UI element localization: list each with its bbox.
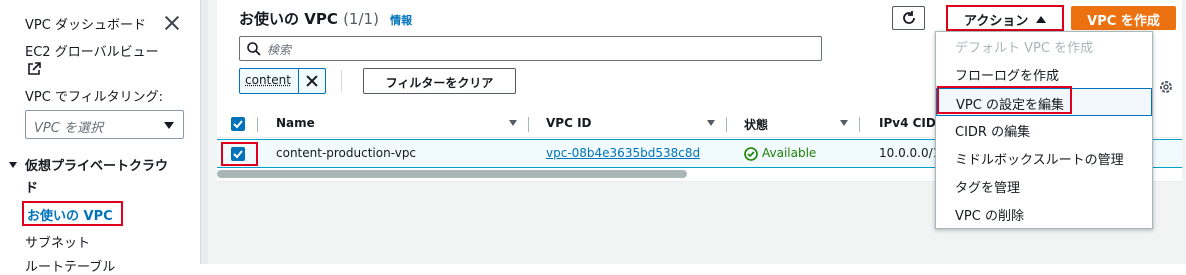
menu-item-manage-middlebox-routes[interactable]: ミドルボックスルートの管理 xyxy=(936,144,1152,172)
actions-button-label: アクション xyxy=(964,14,1029,29)
column-divider xyxy=(257,117,258,132)
caret-down-icon xyxy=(164,122,174,129)
clear-filters-button[interactable]: フィルターをクリア xyxy=(363,68,516,94)
sidebar-item-subnets[interactable]: サブネット xyxy=(25,232,90,251)
horizontal-scrollbar[interactable] xyxy=(217,170,687,178)
filter-token-label: content xyxy=(245,73,291,87)
search-input[interactable]: 検索 xyxy=(239,36,822,61)
sort-icon[interactable] xyxy=(509,120,517,126)
menu-item-edit-vpc-settings[interactable]: VPC の設定を編集 xyxy=(936,88,1152,116)
sidebar-item-global-view[interactable]: EC2 グローバルビュー xyxy=(25,41,159,60)
vpc-filter-select[interactable]: VPC を選択 xyxy=(25,110,184,139)
refresh-button[interactable] xyxy=(892,6,925,30)
row-checkbox[interactable] xyxy=(231,147,245,161)
sidebar-item-your-vpcs[interactable]: お使いの VPC xyxy=(22,201,123,226)
caret-down-icon[interactable] xyxy=(9,162,17,168)
close-icon[interactable] xyxy=(298,69,325,93)
search-icon xyxy=(247,42,261,56)
status-ok-icon xyxy=(744,147,758,161)
menu-item-create-flow-log[interactable]: フローログを作成 xyxy=(936,60,1152,88)
sidebar-item-dashboard[interactable]: VPC ダッシュボード xyxy=(25,14,146,33)
vpc-name: content-production-vpc xyxy=(276,146,417,160)
sidebar-section-vpc[interactable]: 仮想プライベートクラウド xyxy=(25,156,175,200)
actions-button[interactable]: アクション xyxy=(946,5,1064,31)
create-vpc-button[interactable]: VPC を作成 xyxy=(1071,6,1176,30)
menu-item-delete-vpc[interactable]: VPC の削除 xyxy=(936,200,1152,228)
search-placeholder: 検索 xyxy=(267,43,292,57)
sort-icon[interactable] xyxy=(707,120,715,126)
navigation-sidebar: VPC ダッシュボード EC2 グローバルビュー VPC でフィルタリング: V… xyxy=(0,0,200,275)
column-divider xyxy=(528,117,529,132)
sort-icon[interactable] xyxy=(840,120,848,126)
vpc-cidr: 10.0.0.0/1 xyxy=(879,146,941,160)
check-icon xyxy=(233,120,243,129)
column-divider xyxy=(726,117,727,132)
column-header-vpc-id[interactable]: VPC ID xyxy=(546,116,592,130)
divider xyxy=(341,70,342,92)
sidebar-scrollbar[interactable] xyxy=(200,0,208,264)
refresh-icon xyxy=(903,11,915,24)
vpc-id-link[interactable]: vpc-08b4e3635bd538c8d xyxy=(546,146,700,160)
column-header-name[interactable]: Name xyxy=(276,116,315,130)
menu-item-manage-tags[interactable]: タグを管理 xyxy=(936,172,1152,200)
page-title-text: お使いの VPC xyxy=(239,10,338,28)
column-header-state[interactable]: 状態 xyxy=(744,116,768,133)
selection-count: (1/1) xyxy=(343,10,379,28)
check-icon xyxy=(233,150,243,159)
actions-menu: デフォルト VPC を作成 フローログを作成 VPC の設定を編集 CIDR の… xyxy=(935,31,1153,229)
vpc-state: Available xyxy=(762,146,817,160)
sidebar-item-route-tables[interactable]: ルートテーブル xyxy=(25,256,115,275)
filter-token[interactable]: content xyxy=(239,68,326,94)
close-icon[interactable] xyxy=(163,14,181,32)
column-divider xyxy=(859,117,860,132)
caret-up-icon xyxy=(1036,16,1047,23)
external-link-icon[interactable] xyxy=(27,62,41,76)
menu-item-create-default-vpc: デフォルト VPC を作成 xyxy=(955,41,1094,56)
select-all-checkbox[interactable] xyxy=(231,117,245,131)
menu-item-edit-cidrs[interactable]: CIDR の編集 xyxy=(936,116,1152,144)
gear-icon[interactable] xyxy=(1158,79,1174,95)
sidebar-filter-label: VPC でフィルタリング: xyxy=(25,90,164,105)
vpc-filter-placeholder: VPC を選択 xyxy=(34,121,103,136)
page-title: お使いの VPC (1/1) 情報 xyxy=(239,8,412,29)
info-link[interactable]: 情報 xyxy=(390,14,412,27)
